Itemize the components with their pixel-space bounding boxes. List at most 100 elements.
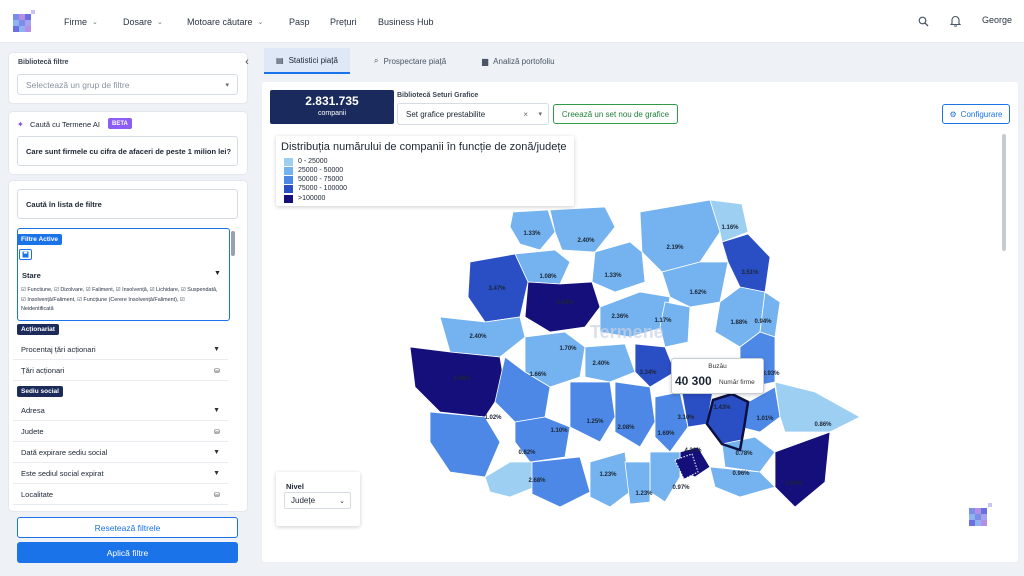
legend-item: 25000 - 50000 — [284, 166, 343, 175]
apply-filters-button[interactable]: Aplică filtre — [17, 542, 238, 563]
chevron-down-icon: ⌄ — [339, 497, 345, 505]
county-label: 0.94% — [754, 319, 772, 325]
county-label: 1.33% — [523, 231, 541, 237]
chevron-down-icon: ⌄ — [157, 18, 163, 26]
nav-dosare[interactable]: Dosare ⌄ — [123, 0, 163, 43]
filter-sediu-expirat[interactable]: Este sediul social expirat ▼ — [13, 464, 228, 484]
county-label: 0.78% — [735, 451, 753, 457]
filters-scrollbar[interactable] — [231, 231, 235, 256]
county-label: 1.69% — [657, 431, 675, 437]
companies-count-label: companii — [317, 110, 346, 117]
filter-judete[interactable]: Judete ⛁ — [13, 422, 228, 442]
configure-button[interactable]: ⚙ Configurare — [942, 104, 1010, 124]
user-name[interactable]: George — [982, 15, 1012, 25]
nav-business-hub[interactable]: Business Hub — [378, 0, 434, 43]
filter-tari-actionari[interactable]: Țări acționari ⛁ — [13, 361, 228, 381]
county-olt[interactable] — [589, 451, 631, 508]
nav-motoare-cautare[interactable]: Motoare căutare ⌄ — [187, 0, 263, 43]
ai-prompt-input[interactable]: Care sunt firmele cu cifra de afaceri de… — [17, 136, 238, 166]
database-icon: ⛁ — [214, 367, 220, 375]
county-label: 3.51% — [741, 270, 759, 276]
county-bistrita[interactable] — [591, 241, 646, 293]
county-maramures[interactable] — [549, 206, 616, 253]
county-label: 3.93% — [762, 371, 780, 377]
county-label: 3.34% — [639, 370, 657, 376]
tab-statistici-piata[interactable]: ▤ Statistici piață — [264, 48, 350, 74]
caret-down-icon[interactable]: ▼ — [214, 270, 221, 277]
filter-adresa[interactable]: Adresa ▼ — [13, 401, 228, 421]
database-icon: ⛁ — [214, 428, 220, 436]
county-label: 1.23% — [635, 491, 653, 497]
county-arges[interactable] — [614, 381, 656, 448]
county-label: 1.17% — [654, 318, 672, 324]
create-chart-set-button[interactable]: Creează un set nou de grafice — [553, 104, 678, 124]
county-harghita[interactable] — [659, 301, 691, 348]
tab-analiza-portofoliu[interactable]: ▆ Analiză portofoliu — [470, 48, 567, 74]
county-label: 3.47% — [488, 286, 506, 292]
caret-down-icon: ▼ — [213, 407, 220, 414]
county-constanta[interactable] — [774, 431, 831, 508]
county-label: 4.36% — [684, 448, 702, 454]
map-legend: Distribuția numărului de companii în fun… — [276, 136, 574, 206]
filter-procentaj-tari-actionari[interactable]: Procentaj țări acționari ▼ — [13, 340, 228, 360]
county-valcea[interactable] — [569, 381, 616, 443]
nav-preturi[interactable]: Prețuri — [330, 0, 357, 43]
filter-group-placeholder: Selectează un grup de filtre — [26, 79, 130, 90]
clear-icon[interactable]: × — [523, 110, 528, 119]
chart-scrollbar[interactable] — [1002, 134, 1006, 251]
county-timis[interactable] — [409, 346, 506, 418]
county-label: 1.08% — [539, 274, 557, 280]
reset-filters-button[interactable]: Resetează filtrele — [17, 517, 238, 538]
search-icon[interactable] — [916, 14, 930, 28]
group-sediu-social: Sediu social — [17, 386, 63, 397]
county-iasi[interactable] — [721, 233, 771, 293]
map-watermark: Termene — [590, 322, 664, 342]
legend-swatch — [284, 166, 293, 175]
status-filter-label[interactable]: Stare — [22, 271, 41, 280]
tab-prospectare-piata[interactable]: ⌕ Prospectare piață — [362, 48, 458, 74]
county-label: 4.48% — [453, 376, 471, 382]
county-label: 0.96% — [732, 471, 750, 477]
filter-data-expirare-sediu[interactable]: Dată expirare sediu social ▼ — [13, 443, 228, 463]
chevron-down-icon: ⌄ — [257, 18, 264, 26]
collapse-sidebar-button[interactable]: ‹ — [240, 55, 254, 69]
tooltip-unit: Număr firme — [719, 379, 755, 386]
county-suceava[interactable] — [639, 199, 721, 273]
county-label: 1.43% — [713, 405, 731, 411]
county-cluj[interactable] — [524, 281, 601, 333]
county-label: 0.86% — [814, 422, 832, 428]
county-teleorman[interactable] — [624, 461, 651, 505]
county-label: 1.23% — [599, 472, 617, 478]
county-label: 1.01% — [756, 416, 774, 422]
search-icon: ⌕ — [374, 56, 379, 65]
filter-localitate[interactable]: Localitate ⛁ — [13, 485, 228, 505]
nav-pasp[interactable]: Pasp — [289, 0, 310, 43]
filter-library-panel: Bibliotecă filtre Selectează un grup de … — [9, 53, 247, 103]
filter-search-input[interactable]: Caută în lista de filtre — [17, 189, 238, 219]
chart-title: Distribuția numărului de companii în fun… — [281, 141, 567, 153]
county-label: 1.10% — [550, 428, 568, 434]
county-label: 1.66% — [529, 372, 547, 378]
termene-logo-icon[interactable] — [12, 8, 38, 34]
county-label: 2.40% — [577, 238, 595, 244]
county-satu-mare[interactable] — [509, 209, 556, 251]
level-select[interactable]: Județe ⌄ — [284, 492, 351, 509]
filter-library-label: Bibliotecă filtre — [18, 59, 69, 66]
chart-set-select[interactable]: Set grafice prestabilite × ▾ — [397, 103, 549, 125]
legend-item: 50000 - 75000 — [284, 175, 343, 184]
county-label: 0.82% — [518, 450, 536, 456]
legend-swatch — [284, 157, 293, 166]
county-label: 2.40% — [469, 334, 487, 340]
legend-swatch — [284, 194, 293, 203]
filter-group-select[interactable]: Selectează un grup de filtre ▾ — [17, 74, 238, 95]
county-caras[interactable] — [429, 411, 501, 478]
nav-firme[interactable]: Firme ⌄ — [64, 0, 98, 43]
bell-icon[interactable] — [948, 14, 962, 28]
county-label: 1.25% — [586, 419, 604, 425]
save-filter-icon[interactable] — [19, 249, 32, 260]
county-brasov[interactable] — [634, 343, 676, 388]
status-filter-values: ☑ Functiune, ☑ Dizolvare, ☑ Faliment, ☑ … — [21, 287, 218, 312]
legend-swatch — [284, 184, 293, 193]
legend-item: >100000 — [284, 194, 325, 203]
map-tooltip: Buzău 40 300 Număr firme — [671, 358, 764, 394]
